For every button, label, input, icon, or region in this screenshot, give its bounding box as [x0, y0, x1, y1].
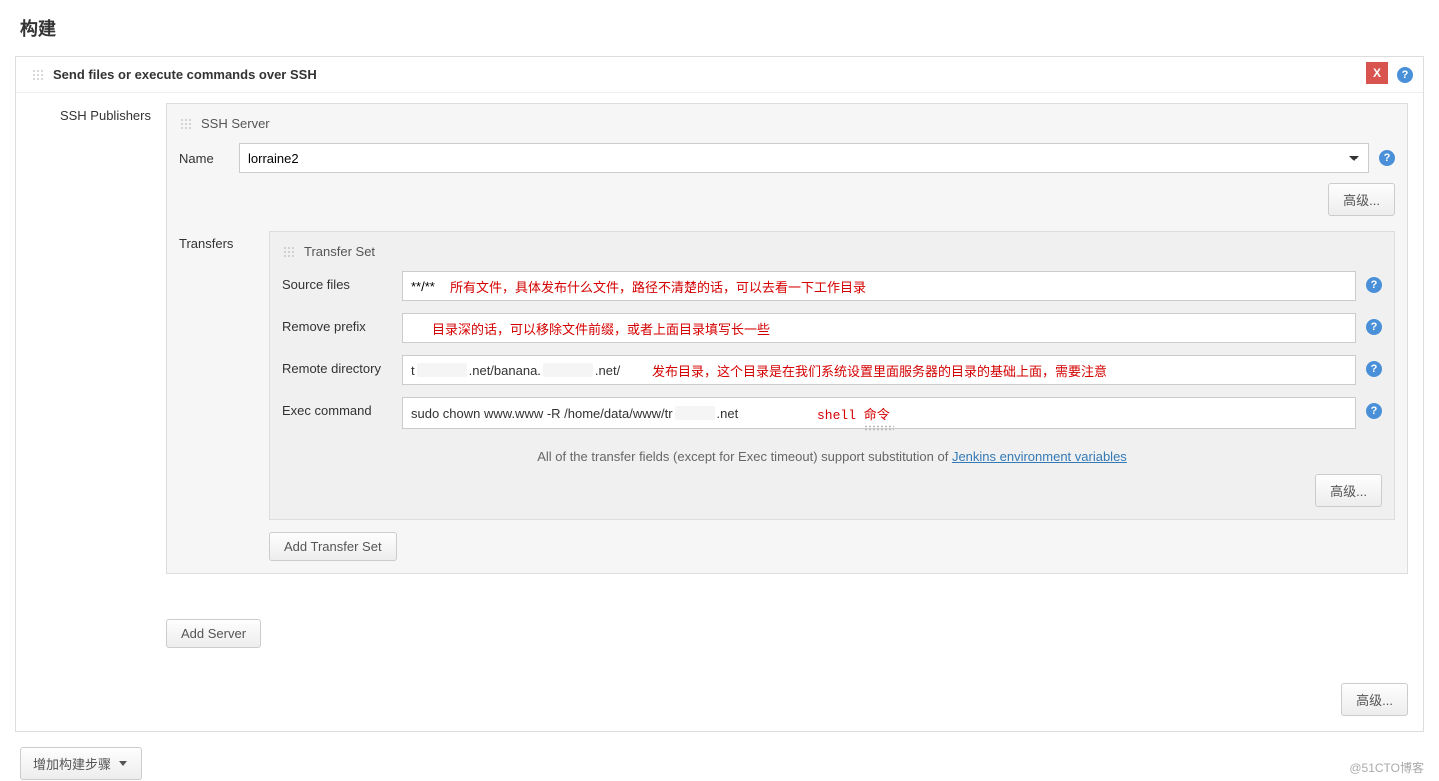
exec-command-label: Exec command [282, 397, 402, 418]
help-icon[interactable]: ? [1366, 319, 1382, 335]
ssh-server-box: SSH Server Name lorraine2 ? 高级... [166, 103, 1408, 574]
advanced-button[interactable]: 高级... [1315, 474, 1382, 507]
help-icon[interactable]: ? [1366, 361, 1382, 377]
transfer-footer-note: All of the transfer fields (except for E… [282, 449, 1382, 464]
env-vars-link[interactable]: Jenkins environment variables [952, 449, 1127, 464]
transfers-label: Transfers [179, 231, 269, 251]
source-files-label: Source files [282, 271, 402, 292]
drag-handle-icon[interactable] [179, 117, 193, 131]
redacted-text [543, 363, 593, 377]
drag-handle-icon[interactable] [31, 68, 45, 82]
advanced-button[interactable]: 高级... [1328, 183, 1395, 216]
add-build-step-dropdown[interactable]: 增加构建步骤 [20, 747, 142, 780]
add-transfer-set-button[interactable]: Add Transfer Set [269, 532, 397, 561]
transfer-set-title: Transfer Set [304, 244, 375, 259]
chevron-down-icon [119, 761, 127, 766]
help-icon[interactable]: ? [1397, 67, 1413, 83]
remove-prefix-label: Remove prefix [282, 313, 402, 334]
add-build-step-label: 增加构建步骤 [33, 754, 111, 773]
drag-handle-icon[interactable] [282, 245, 296, 259]
page-title: 构建 [15, 15, 1424, 41]
help-icon[interactable]: ? [1366, 403, 1382, 419]
name-select[interactable]: lorraine2 [239, 143, 1369, 173]
redacted-text [417, 363, 467, 377]
help-icon[interactable]: ? [1366, 277, 1382, 293]
remote-directory-label: Remote directory [282, 355, 402, 376]
section-title: Send files or execute commands over SSH [53, 67, 317, 82]
add-server-button[interactable]: Add Server [166, 619, 261, 648]
close-button[interactable]: X [1366, 62, 1388, 84]
help-icon[interactable]: ? [1379, 150, 1395, 166]
advanced-button[interactable]: 高级... [1341, 683, 1408, 716]
build-section: Send files or execute commands over SSH … [15, 56, 1424, 732]
remote-directory-input[interactable]: t.net/banana..net/ [402, 355, 1356, 385]
name-label: Name [179, 151, 239, 166]
redacted-text [675, 406, 715, 420]
transfer-set-box: Transfer Set Source files 所有文件，具体发布什么文件，… [269, 231, 1395, 520]
section-header: Send files or execute commands over SSH … [16, 57, 1423, 93]
ssh-publishers-label: SSH Publishers [46, 103, 166, 123]
source-files-input[interactable] [402, 271, 1356, 301]
watermark: @51CTO博客 [1349, 759, 1424, 776]
resize-grip-icon[interactable] [864, 425, 894, 431]
remove-prefix-input[interactable] [402, 313, 1356, 343]
ssh-server-title: SSH Server [201, 116, 270, 131]
